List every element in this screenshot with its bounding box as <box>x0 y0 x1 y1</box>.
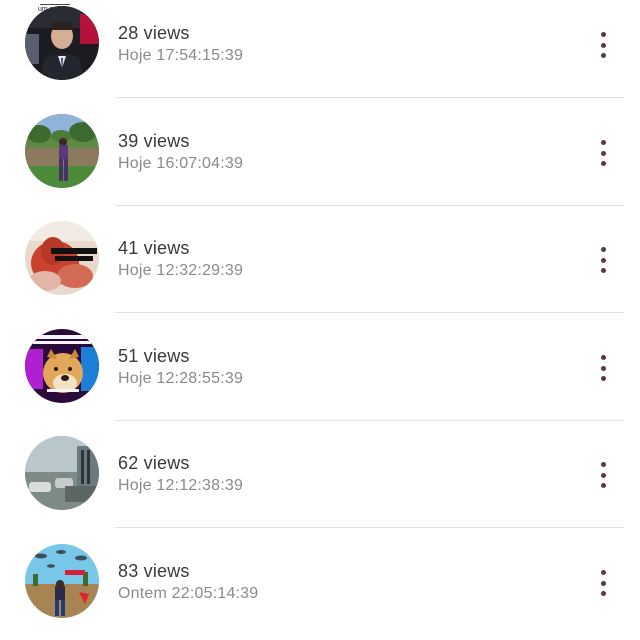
more-vertical-icon[interactable] <box>592 568 614 598</box>
thumbnail-game-character-park <box>25 114 99 188</box>
view-count: 39 views <box>118 131 190 151</box>
divider <box>115 312 624 313</box>
timestamp: Hoje 12:28:55:39 <box>118 370 244 387</box>
view-count: 51 views <box>118 346 190 366</box>
divider <box>115 420 624 421</box>
more-vertical-icon[interactable] <box>592 353 614 383</box>
timestamp: Hoje 12:12:38:39 <box>118 477 244 494</box>
timestamp: Hoje 16:07:04:39 <box>118 155 244 172</box>
thumbnail-game-scene-aliens <box>25 544 99 618</box>
more-vertical-icon[interactable] <box>592 460 614 490</box>
divider <box>115 205 624 206</box>
view-count: 62 views <box>118 453 190 473</box>
view-count: 41 views <box>118 238 190 258</box>
history-list: um recorte 28 views Hoje 17:54:15:39 <box>0 0 640 640</box>
list-item[interactable]: 28 views Hoje 17:54:15:39 <box>0 0 640 107</box>
view-count: 83 views <box>118 561 190 581</box>
view-count: 28 views <box>118 23 190 43</box>
more-vertical-icon[interactable] <box>592 138 614 168</box>
list-item[interactable]: 41 views Hoje 12:32:29:39 <box>0 214 640 321</box>
list-item[interactable]: 51 views Hoje 12:28:55:39 <box>0 322 640 429</box>
more-vertical-icon[interactable] <box>592 30 614 60</box>
timestamp: Ontem 22:05:14:39 <box>118 585 259 602</box>
thumbnail-man-in-suit <box>25 6 99 80</box>
divider <box>115 97 624 98</box>
thumbnail-doge-meme <box>25 329 99 403</box>
list-item[interactable]: 39 views Hoje 16:07:04:39 <box>0 107 640 214</box>
list-item[interactable]: 62 views Hoje 12:12:38:39 <box>0 429 640 536</box>
timestamp: Hoje 17:54:15:39 <box>118 47 244 64</box>
more-vertical-icon[interactable] <box>592 245 614 275</box>
divider <box>115 527 624 528</box>
thumbnail-meme-character <box>25 221 99 295</box>
list-item[interactable]: 83 views Ontem 22:05:14:39 <box>0 537 640 640</box>
timestamp: Hoje 12:32:29:39 <box>118 262 244 279</box>
thumbnail-street-scene <box>25 436 99 510</box>
